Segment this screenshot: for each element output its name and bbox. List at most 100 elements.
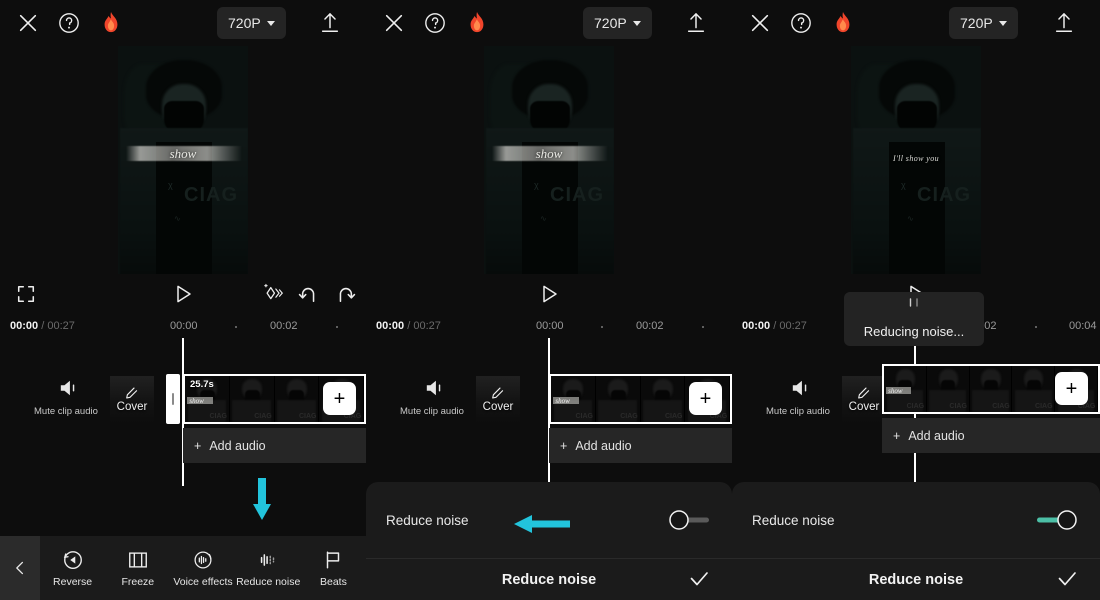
time-indicator: 00:00 / 00:27	[10, 320, 75, 332]
ruler-tick: 00:02	[636, 320, 664, 332]
toolbar-back-button[interactable]	[0, 536, 40, 600]
tool-label: Reduce noise	[236, 575, 301, 588]
close-icon[interactable]	[383, 12, 405, 34]
tool-voice-effects[interactable]: Voice effects	[170, 549, 235, 588]
play-button[interactable]	[172, 283, 194, 305]
mute-clip-audio-label[interactable]: Mute clip audio	[400, 406, 464, 417]
clip-frame: CIAG	[969, 366, 1013, 412]
current-time: 00:00	[376, 320, 405, 332]
timeline-ruler[interactable]: 00:00 / 00:27 00:00 00:02	[0, 316, 366, 338]
clip-frame: CIAG	[595, 376, 641, 422]
upload-icon[interactable]	[685, 11, 707, 35]
redo-icon[interactable]	[334, 284, 356, 304]
reduce-noise-sheet: Reduce noise Reduce noise	[366, 482, 732, 600]
resolution-label: 720P	[960, 15, 993, 31]
reverse-icon	[62, 549, 84, 571]
video-preview-area[interactable]: CIAG χ ∿ show	[366, 46, 732, 274]
pencil-icon	[490, 386, 506, 402]
mute-clip-audio-label[interactable]: Mute clip audio	[34, 406, 98, 417]
reduce-noise-sheet: Reduce noise Reduce noise	[732, 482, 1100, 600]
magic-effects-icon[interactable]	[263, 283, 285, 305]
video-preview-area[interactable]: CIAG χ ∿ I'll show you	[732, 46, 1100, 274]
reduce-noise-toggle-on[interactable]	[1035, 509, 1079, 531]
add-clip-button[interactable]: +	[323, 382, 356, 415]
preview-squiggle-2: ∿	[907, 214, 914, 223]
preview-squiggle-1: χ	[901, 180, 906, 190]
play-button[interactable]	[538, 283, 560, 305]
add-clip-button[interactable]: +	[1055, 372, 1088, 405]
timeline-ruler[interactable]: 00:00 / 00:27 00:00 00:02	[366, 316, 732, 338]
help-icon[interactable]	[58, 12, 80, 34]
flame-icon[interactable]	[466, 11, 488, 35]
preview-squiggle-1: χ	[534, 180, 539, 190]
add-audio-label: Add audio	[209, 438, 266, 453]
current-time: 00:00	[10, 320, 39, 332]
header-bar: 720P	[0, 0, 366, 46]
tool-beats[interactable]: Beats	[301, 549, 366, 588]
clip-frame-brand: CIAG	[949, 403, 967, 411]
upload-icon[interactable]	[319, 11, 341, 35]
check-icon[interactable]	[1056, 568, 1078, 590]
tool-reverse[interactable]: Reverse	[40, 549, 105, 588]
reduce-noise-toggle-off[interactable]	[667, 509, 711, 531]
clip-frame-caption: show	[888, 386, 903, 395]
tool-freeze[interactable]: Freeze	[105, 549, 170, 588]
flame-icon[interactable]	[100, 11, 122, 35]
clip-trim-handle-left[interactable]	[166, 374, 180, 424]
time-indicator: 00:00 / 00:27	[742, 320, 807, 332]
help-icon[interactable]	[790, 12, 812, 34]
chevron-down-icon	[998, 20, 1007, 26]
video-preview-area[interactable]: CIAG χ ∿ show	[0, 46, 366, 274]
reduce-noise-icon	[257, 549, 279, 571]
tool-reduce-noise[interactable]: Reduce noise	[236, 549, 301, 588]
chevron-down-icon	[632, 20, 641, 26]
preview-caption: show	[169, 146, 197, 161]
pencil-icon	[856, 386, 872, 402]
close-icon[interactable]	[749, 12, 771, 34]
plus-icon: +	[893, 428, 901, 443]
add-audio-track[interactable]: + Add audio	[549, 428, 732, 463]
resolution-selector[interactable]: 720P	[583, 7, 652, 39]
video-preview[interactable]: CIAG χ ∿ I'll show you	[851, 46, 981, 274]
clip-frame-brand: CIAG	[620, 413, 638, 421]
plus-icon: +	[1065, 377, 1078, 400]
cover-thumbnail[interactable]: Cover	[110, 376, 154, 422]
close-icon[interactable]	[17, 12, 39, 34]
add-audio-track[interactable]: + Add audio	[183, 428, 366, 463]
speaker-icon[interactable]	[58, 378, 80, 403]
resolution-selector[interactable]: 720P	[217, 7, 286, 39]
cover-thumbnail[interactable]: Cover	[842, 376, 886, 422]
cover-label: Cover	[116, 401, 148, 413]
video-preview[interactable]: CIAG χ ∿ show	[484, 46, 614, 274]
plus-icon: +	[560, 438, 568, 453]
clip-frame: CIAG	[274, 376, 320, 422]
reduce-noise-row[interactable]: Reduce noise	[366, 482, 732, 559]
help-icon[interactable]	[424, 12, 446, 34]
add-clip-button[interactable]: +	[689, 382, 722, 415]
fullscreen-icon[interactable]	[16, 284, 36, 304]
add-audio-track[interactable]: + Add audio	[882, 418, 1100, 453]
preview-squiggle-2: ∿	[540, 214, 547, 223]
ruler-tick: 00:04	[1069, 320, 1097, 332]
clip-frame-brand: CIAG	[906, 403, 925, 411]
check-icon[interactable]	[688, 568, 710, 590]
down-arrow-annotation	[252, 478, 272, 522]
total-time: 00:27	[779, 320, 807, 332]
speaker-icon[interactable]	[790, 378, 812, 403]
speaker-icon[interactable]	[424, 378, 446, 403]
resolution-selector[interactable]: 720P	[949, 7, 1018, 39]
undo-icon[interactable]	[298, 284, 320, 304]
ruler-dot	[702, 326, 704, 328]
preview-caption: I'll show you	[892, 154, 940, 163]
reduce-noise-row[interactable]: Reduce noise	[732, 482, 1100, 559]
clip-frame-brand: CIAG	[254, 413, 272, 421]
upload-icon[interactable]	[1053, 11, 1075, 35]
clip-frame: show CIAG	[551, 376, 596, 422]
cover-thumbnail[interactable]: Cover	[476, 376, 520, 422]
flame-icon[interactable]	[832, 11, 854, 35]
clip-frame-brand: CIAG	[665, 413, 683, 421]
mute-clip-audio-label[interactable]: Mute clip audio	[766, 406, 830, 417]
video-preview[interactable]: CIAG χ ∿ show	[118, 46, 248, 274]
reduce-noise-row-label: Reduce noise	[752, 512, 835, 528]
plus-icon: +	[699, 387, 712, 410]
